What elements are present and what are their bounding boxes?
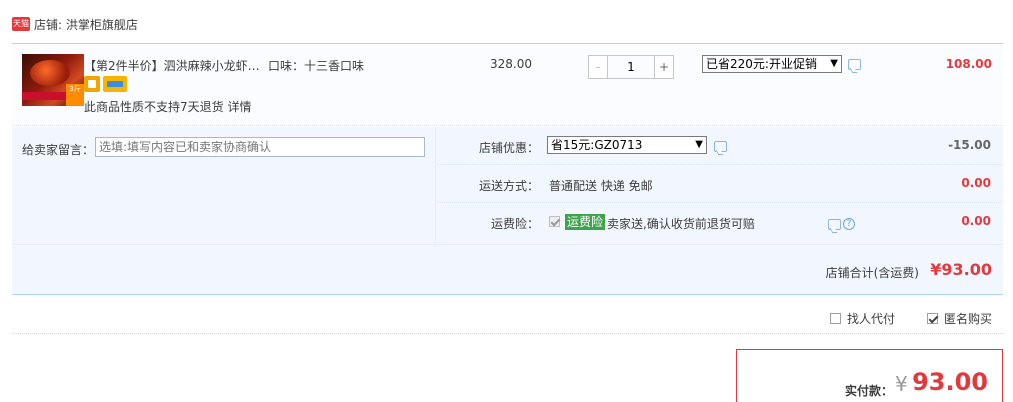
insurance-label: 运费险： [491, 217, 540, 231]
shop-discount-amount: -15.00 [948, 138, 991, 152]
guarantee-icon[interactable] [84, 76, 100, 92]
chat-icon[interactable] [848, 59, 861, 70]
payment-total-box: 实付款： ¥ 93.00 [736, 349, 1003, 402]
payment-options: 找人代付 匿名购买 [12, 298, 1003, 334]
proxy-pay-checkbox[interactable] [830, 313, 841, 324]
anonymous-option[interactable]: 匿名购买 [927, 310, 992, 327]
chat-icon[interactable] [828, 219, 841, 230]
memo-section: 给卖家留言： [12, 127, 436, 243]
shop-total-value: ¥93.00 [930, 260, 992, 279]
seller-memo-input[interactable] [95, 137, 425, 157]
insurance-checkbox[interactable] [549, 216, 560, 227]
quantity-minus-button[interactable]: - [588, 55, 608, 79]
product-spec: 口味：十三香口味 [268, 59, 365, 73]
shop-coupon-value: 省15元:GZ0713 [551, 138, 643, 152]
chevron-down-icon: ▼ [830, 58, 838, 69]
proxy-pay-label: 找人代付 [847, 312, 896, 326]
crayfish-image [30, 60, 70, 86]
chevron-down-icon: ▼ [695, 139, 703, 150]
chat-icon[interactable] [714, 141, 727, 152]
thumb-weight-tag: 3斤 [66, 84, 84, 106]
shipping-label: 运送方式： [479, 179, 540, 193]
order-details-panel: 给卖家留言： 店铺优惠： 省15元:GZ0713 ▼ -15.00 运送方式： … [12, 127, 1003, 295]
insurance-text: 卖家送,确认收货前退货可赔 [607, 217, 755, 231]
shop-discount-label: 店铺优惠： [479, 141, 540, 155]
service-badges [84, 76, 127, 92]
insurance-tag: 运费险 [565, 214, 606, 230]
shop-header: 天猫 店铺: 洪掌柜旗舰店 [12, 14, 138, 34]
payment-value: 93.00 [912, 368, 988, 396]
tmall-icon: 天猫 [12, 17, 30, 31]
shipping-amount: 0.00 [961, 176, 991, 190]
item-row: 3斤 【第2件半价】泗洪麻辣小龙虾4... 口味：十三香口味 此商品性质不支持7… [12, 44, 1003, 126]
shop-discount-row: 店铺优惠： 省15元:GZ0713 ▼ -15.00 [437, 127, 1003, 165]
anonymous-checkbox[interactable] [927, 313, 938, 324]
help-icon[interactable]: ? [843, 218, 855, 230]
currency-symbol: ¥ [895, 372, 908, 396]
proxy-pay-option[interactable]: 找人代付 [830, 310, 895, 327]
quantity-stepper: - 1 + [588, 55, 674, 79]
promo-select-value: 已省220元:开业促销 [706, 57, 817, 71]
order-box: 3斤 【第2件半价】泗洪麻辣小龙虾4... 口味：十三香口味 此商品性质不支持7… [12, 43, 1003, 295]
insurance-amount: 0.00 [961, 214, 991, 228]
no-return-notice[interactable]: 此商品性质不支持7天退货 详情 [84, 98, 251, 115]
anonymous-label: 匿名购买 [944, 312, 993, 326]
insurance-row: 运费险： 运费险 卖家送,确认收货前退货可赔 ? 0.00 [437, 203, 1003, 241]
quantity-input[interactable]: 1 [608, 55, 654, 79]
memo-label: 给卖家留言： [22, 143, 95, 157]
thumb-stripe [22, 92, 66, 100]
payment-label: 实付款： [845, 384, 894, 398]
product-title-link[interactable]: 【第2件半价】泗洪麻辣小龙虾4... [84, 57, 264, 74]
shop-coupon-select[interactable]: 省15元:GZ0713 ▼ [547, 136, 707, 154]
card-icon[interactable] [103, 76, 127, 92]
shipping-row: 运送方式： 普通配送 快递 免邮 0.00 [437, 165, 1003, 203]
shop-total-label: 店铺合计(含运费) [825, 266, 919, 280]
quantity-plus-button[interactable]: + [654, 55, 674, 79]
fee-section: 店铺优惠： 省15元:GZ0713 ▼ -15.00 运送方式： 普通配送 快递… [437, 127, 1003, 243]
shop-name-link[interactable]: 店铺: 洪掌柜旗舰店 [34, 16, 138, 33]
unit-price: 328.00 [490, 57, 532, 71]
product-thumbnail[interactable]: 3斤 [22, 54, 84, 106]
shipping-method: 普通配送 快递 免邮 [549, 179, 653, 193]
shop-total-row: 店铺合计(含运费) ¥93.00 [12, 244, 1003, 294]
promo-select[interactable]: 已省220元:开业促销 ▼ [702, 55, 842, 73]
item-total: 108.00 [945, 57, 992, 71]
